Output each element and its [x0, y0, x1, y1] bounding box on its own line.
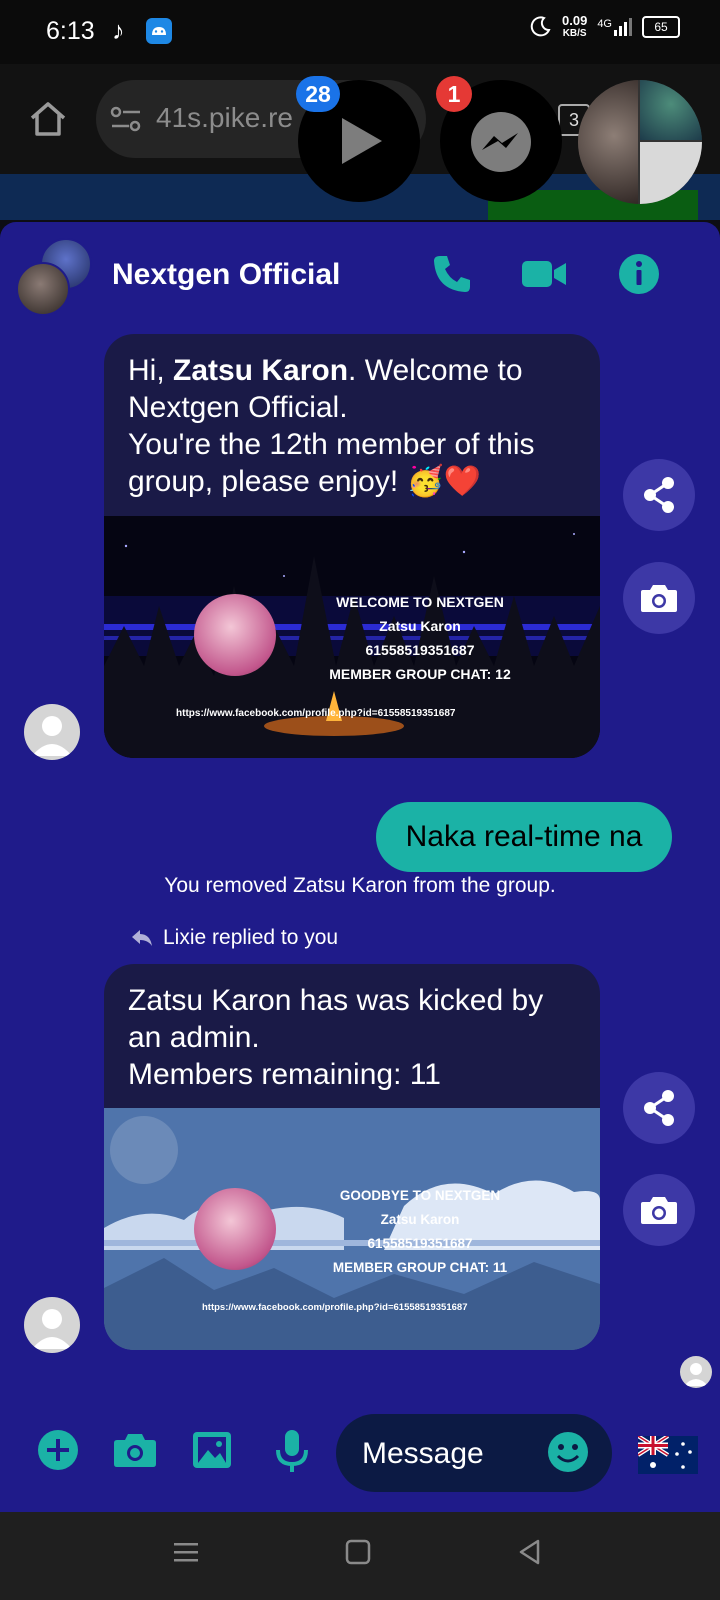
welcome-banner-count: MEMBER GROUP CHAT: 12 — [329, 666, 511, 682]
system-message: You removed Zatsu Karon from the group. — [164, 874, 556, 897]
sender-avatar[interactable] — [24, 1297, 80, 1353]
phone-call-icon[interactable] — [430, 252, 476, 298]
emoji-icon[interactable] — [546, 1430, 590, 1479]
system-navigation-bar — [0, 1512, 720, 1600]
reply-arrow-icon — [130, 926, 154, 953]
recent-apps-icon[interactable] — [172, 1538, 200, 1571]
welcome-message-text: Hi, Zatsu Karon. Welcome to Nextgen Offi… — [104, 334, 600, 516]
network-type: 4G — [597, 18, 612, 30]
read-receipt-avatar — [680, 1356, 712, 1388]
add-icon[interactable] — [36, 1428, 80, 1472]
message-composer — [0, 1394, 720, 1512]
goodbye-banner-name: Zatsu Karon — [380, 1212, 460, 1227]
speed-value: 0.09 — [562, 13, 588, 28]
video-badge: 28 — [296, 76, 340, 112]
welcome-banner-image[interactable]: WELCOME TO NEXTGEN Zatsu Karon 615585193… — [104, 516, 600, 758]
goodbye-line2: Members remaining: 11 — [128, 1058, 441, 1091]
chat-header: Nextgen Official — [0, 222, 720, 332]
share-button[interactable] — [623, 459, 695, 531]
share-button[interactable] — [623, 1072, 695, 1144]
music-note-icon: ♪ — [112, 17, 125, 45]
camera-icon — [641, 585, 677, 612]
welcome-name: Zatsu Karon — [173, 354, 349, 387]
welcome-greeting: Hi, — [128, 354, 173, 387]
signal-icon: 4G — [597, 18, 632, 36]
battery-indicator: 65 — [642, 16, 680, 38]
sent-message-bubble[interactable]: Naka real-time na — [376, 802, 672, 872]
sender-avatar[interactable] — [24, 704, 80, 760]
do-not-disturb-moon-icon — [530, 15, 552, 40]
welcome-message-card[interactable]: Hi, Zatsu Karon. Welcome to Nextgen Offi… — [104, 334, 600, 758]
messenger-badge: 1 — [436, 76, 472, 112]
site-settings-icon[interactable] — [110, 106, 142, 137]
camera-icon[interactable] — [112, 1428, 156, 1472]
home-icon[interactable] — [28, 100, 68, 143]
goodbye-banner-url: https://www.facebook.com/profile.php?id=… — [202, 1302, 468, 1313]
back-icon[interactable] — [516, 1538, 544, 1571]
welcome-banner-text: WELCOME TO NEXTGEN Zatsu Karon 615585193… — [300, 590, 540, 686]
goodbye-banner-title: GOODBYE TO NEXTGEN — [339, 1188, 501, 1203]
goodbye-member-portrait — [194, 1188, 276, 1270]
camera-icon — [641, 1197, 677, 1224]
welcome-banner-url: https://www.facebook.com/profile.php?id=… — [176, 708, 456, 719]
goodbye-banner-image[interactable]: GOODBYE TO NEXTGEN Zatsu Karon 615585193… — [104, 1108, 600, 1350]
speed-unit: KB/S — [562, 28, 587, 39]
share-icon — [644, 1090, 674, 1126]
message-input-box[interactable] — [336, 1414, 612, 1492]
chat-head-avatar[interactable] — [578, 80, 702, 204]
status-time: 6:13 — [46, 17, 95, 45]
message-input[interactable] — [360, 1430, 554, 1478]
goodbye-line1: Zatsu Karon has was kicked by an admin. — [128, 984, 544, 1054]
info-icon[interactable] — [617, 252, 663, 298]
welcome-banner-id: 61558519351687 — [365, 642, 475, 658]
status-bar: 6:13 ♪ 0.09 KB/S 4G 65 — [0, 0, 720, 64]
chat-window: Nextgen Official Hi, Zatsu Karon. Welcom… — [0, 222, 720, 1512]
group-avatar-member-2 — [16, 262, 70, 316]
android-app-icon — [146, 18, 172, 44]
group-avatar[interactable] — [16, 238, 92, 316]
chat-title[interactable]: Nextgen Official — [112, 258, 340, 292]
goodbye-message-card[interactable]: Zatsu Karon has was kicked by an admin. … — [104, 964, 600, 1350]
goodbye-banner-id: 61558519351687 — [367, 1236, 473, 1251]
goodbye-banner-count: MEMBER GROUP CHAT: 11 — [332, 1260, 508, 1275]
welcome-line2: You're the 12th member of this group, pl… — [128, 428, 535, 498]
share-icon — [644, 477, 674, 513]
australia-flag-icon[interactable] — [636, 1434, 698, 1474]
microphone-icon[interactable] — [272, 1428, 316, 1472]
gallery-icon[interactable] — [190, 1428, 234, 1472]
goodbye-message-text: Zatsu Karon has was kicked by an admin. … — [104, 964, 600, 1109]
camera-button[interactable] — [623, 562, 695, 634]
reply-label: Lixie replied to you — [163, 926, 339, 949]
camera-button[interactable] — [623, 1174, 695, 1246]
network-speed: 0.09 KB/S — [562, 14, 587, 40]
video-call-icon[interactable] — [520, 252, 566, 298]
home-button-icon[interactable] — [344, 1538, 372, 1571]
welcome-banner-name: Zatsu Karon — [379, 618, 461, 634]
welcome-banner-title: WELCOME TO NEXTGEN — [336, 594, 504, 610]
url-text: 41s.pike.re — [156, 102, 293, 133]
welcome-member-portrait — [194, 594, 276, 676]
goodbye-banner-text: GOODBYE TO NEXTGEN Zatsu Karon 615585193… — [300, 1184, 540, 1280]
